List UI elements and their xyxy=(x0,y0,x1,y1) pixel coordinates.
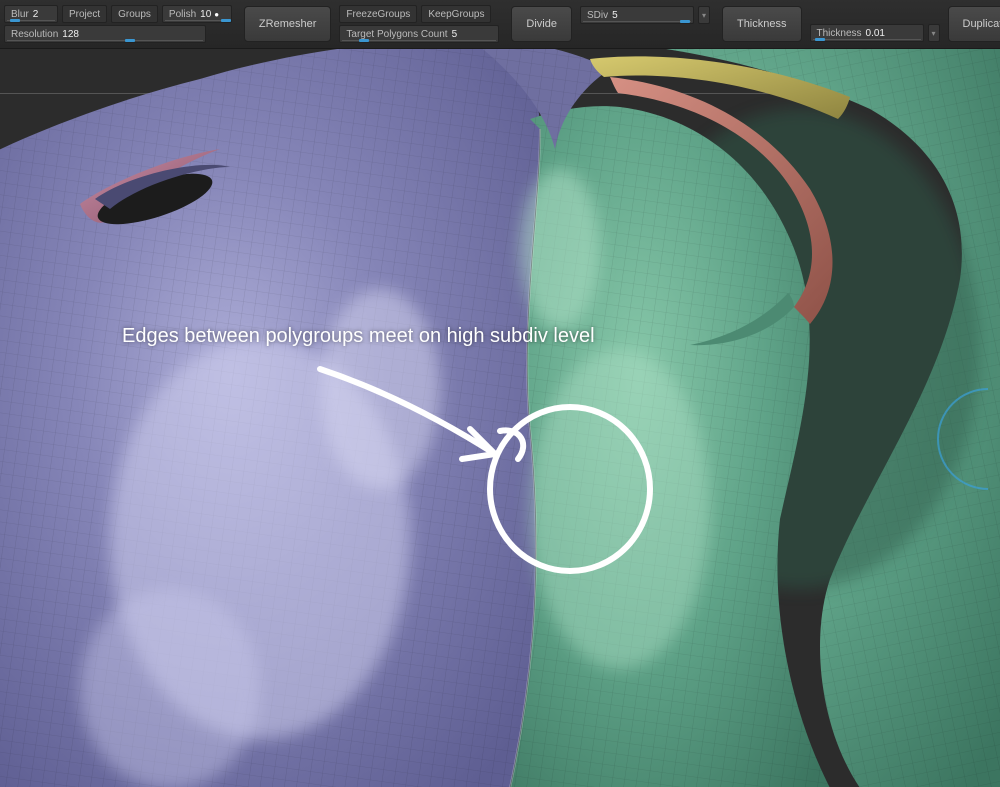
thickness-options-icon[interactable]: ▾ xyxy=(928,24,940,42)
viewport-3d[interactable]: Edges between polygroups meet on high su… xyxy=(0,49,1000,787)
top-toolbar: Blur2 Project Groups Polish10● Resolutio… xyxy=(0,0,1000,49)
zremesher-button[interactable]: ZRemesher xyxy=(244,6,331,42)
target-polygons-slider[interactable]: Target Polygons Count5 xyxy=(339,25,499,43)
keep-groups-toggle[interactable]: KeepGroups xyxy=(421,5,491,23)
sdiv-options-icon[interactable]: ▾ xyxy=(698,6,710,24)
model-render xyxy=(0,49,1000,787)
project-toggle[interactable]: Project xyxy=(62,5,107,23)
thickness-button[interactable]: Thickness xyxy=(722,6,802,42)
sdiv-slider[interactable]: SDiv5 xyxy=(580,6,694,24)
duplicate-button[interactable]: Duplicate xyxy=(948,6,1000,42)
polish-slider[interactable]: Polish10● xyxy=(162,5,232,23)
groups-toggle[interactable]: Groups xyxy=(111,5,158,23)
resolution-slider[interactable]: Resolution128 xyxy=(4,25,206,43)
freeze-groups-toggle[interactable]: FreezeGroups xyxy=(339,5,417,23)
annotation-label: Edges between polygroups meet on high su… xyxy=(122,325,595,348)
thickness-slider[interactable]: Thickness0.01 xyxy=(810,24,924,42)
divide-button[interactable]: Divide xyxy=(511,6,572,42)
blur-slider[interactable]: Blur2 xyxy=(4,5,58,23)
